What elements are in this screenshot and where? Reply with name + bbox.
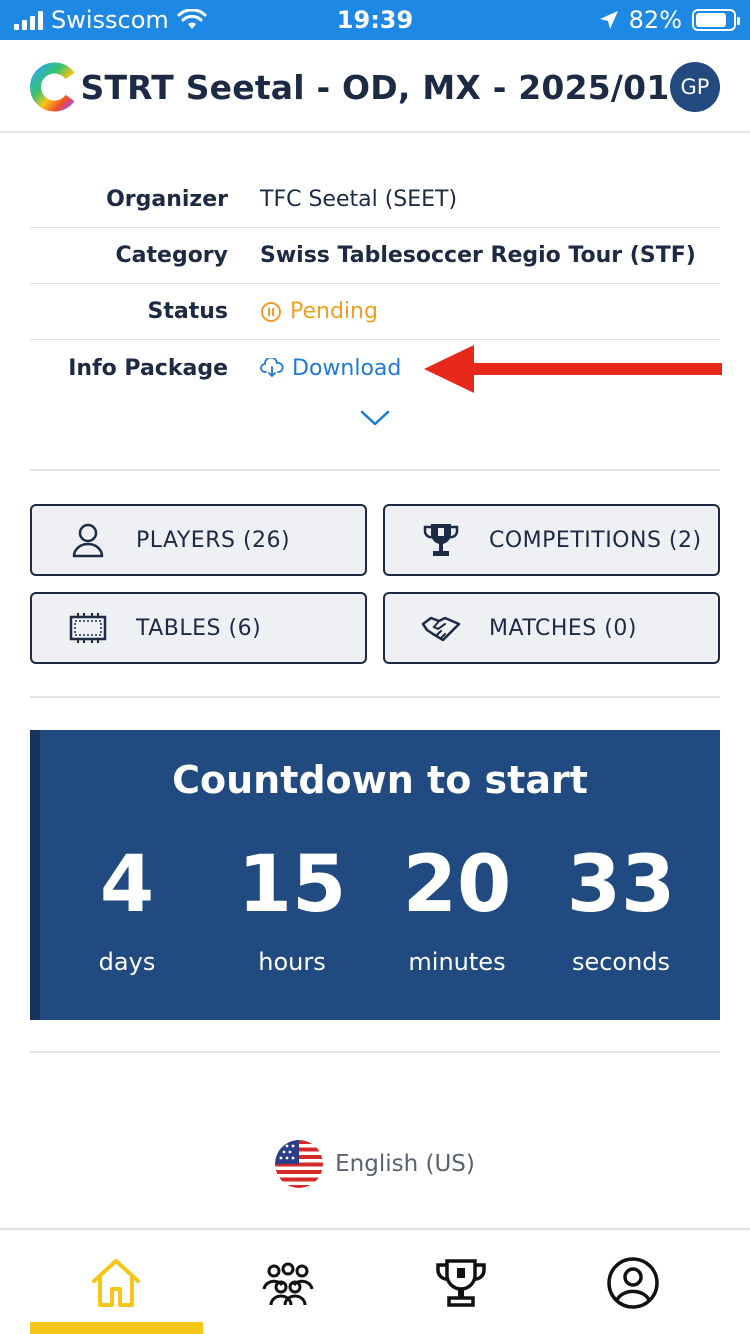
status-value-container: Pending [260,299,378,324]
countdown-days-value: 4 [99,840,155,930]
red-arrow-annotation [424,345,722,393]
countdown-panel: Countdown to start 4 days 15 hours 20 mi… [30,730,720,1020]
status-label: Status [147,299,228,324]
active-tab-indicator [30,1322,203,1334]
user-avatar[interactable]: GP [670,62,720,112]
chevron-down-icon[interactable] [360,408,390,428]
status-value: Pending [290,299,378,324]
tables-button[interactable]: TABLES (6) [30,592,367,664]
tables-button-label: TABLES (6) [136,615,262,641]
download-link[interactable]: Download [260,356,401,381]
battery-percent: 82% [628,6,682,34]
countdown-minutes-label: minutes [408,948,506,976]
category-label: Category [115,243,228,268]
tab-home[interactable] [30,1230,202,1334]
players-group-icon [262,1262,314,1306]
download-link-label: Download [292,355,402,381]
location-arrow-icon [599,11,618,29]
tab-competitions[interactable] [375,1230,547,1334]
handshake-icon [421,616,461,642]
countdown-seconds-label: seconds [571,948,671,976]
category-value: Swiss Tablesoccer Regio Tour (STF) [260,243,696,268]
home-icon [92,1259,140,1307]
app-header: STRT Seetal - OD, MX - 2025/01 GP [0,40,750,133]
organizer-label: Organizer [106,187,228,212]
players-button[interactable]: PLAYERS (26) [30,504,367,576]
status-bar-right: 82% [599,6,740,34]
bottom-tab-bar [0,1228,750,1334]
cloud-download-icon [260,358,284,378]
competitions-button-label: COMPETITIONS (2) [489,527,702,553]
countdown-minutes-value: 20 [402,840,512,930]
section-divider [30,696,720,698]
person-icon [72,523,104,558]
section-divider [30,469,720,471]
organizer-value: TFC Seetal (SEET) [260,187,458,212]
countdown-hours: 15 hours [207,840,377,976]
countdown-days-label: days [98,948,156,976]
countdown-hours-label: hours [258,948,326,976]
tab-players[interactable] [202,1230,374,1334]
info-row-status: Status Pending [30,284,720,340]
page-title: STRT Seetal - OD, MX - 2025/01 [80,68,670,107]
players-button-label: PLAYERS (26) [136,527,291,553]
countdown-seconds-value: 33 [566,840,676,930]
countdown-title: Countdown to start [172,758,588,802]
matches-button-label: MATCHES (0) [489,615,637,641]
info-row-organizer: Organizer TFC Seetal (SEET) [30,172,720,228]
countdown-days: 4 days [42,840,212,976]
tab-account[interactable] [547,1230,719,1334]
account-icon [607,1257,659,1309]
section-divider [30,1051,720,1053]
competitions-button[interactable]: COMPETITIONS (2) [383,504,720,576]
matches-button[interactable]: MATCHES (0) [383,592,720,664]
countdown-seconds: 33 seconds [536,840,706,976]
countdown-hours-value: 15 [237,840,347,930]
language-label: English (US) [335,1151,475,1177]
battery-icon [692,9,740,31]
table-soccer-icon [69,613,107,643]
trophy-icon [423,524,459,556]
language-selector[interactable]: English (US) [0,1140,750,1188]
info-row-category: Category Swiss Tablesoccer Regio Tour (S… [30,228,720,284]
countdown-minutes: 20 minutes [372,840,542,976]
us-flag-icon [275,1140,324,1188]
pause-circle-icon [261,301,281,322]
info-package-label: Info Package [68,355,228,381]
status-bar: Swisscom 19:39 82% [0,0,750,40]
trophy-icon [436,1259,486,1307]
